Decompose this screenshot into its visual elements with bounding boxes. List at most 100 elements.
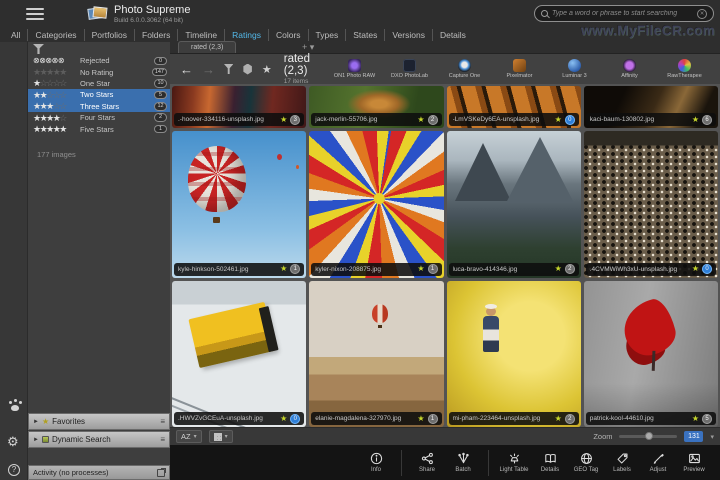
rating-row-rejected[interactable]: ⊗⊗⊗⊗⊗ Rejected 0 <box>28 55 170 66</box>
panel-menu-icon[interactable]: ≡ <box>160 435 165 444</box>
preview-button[interactable]: Preview <box>676 452 712 473</box>
tab-portfolios[interactable]: Portfolios <box>83 29 134 41</box>
favorites-panel[interactable]: ► ★ Favorites ≡ <box>28 413 170 430</box>
photo-thumbnail[interactable]: kyle-hinkson-502461.jpg ★ 1 <box>172 131 307 278</box>
collection-item-count: 17 items <box>283 78 309 86</box>
search-input[interactable] <box>552 10 693 17</box>
rating-row-two-stars[interactable]: ★★☆☆☆ Two Stars 5 <box>28 89 170 101</box>
affinity-icon <box>623 59 636 72</box>
filter-funnel-icon[interactable] <box>33 44 44 54</box>
batch-button[interactable]: Batch <box>445 452 481 473</box>
rating-label: Five Stars <box>80 124 114 134</box>
photo-thumbnail[interactable]: elanie-magdalena-327970.jpg ★ 1 <box>309 280 444 427</box>
photo-filename-bar: kaci-baum-130802.jpg ★ 6 <box>585 113 716 126</box>
plugin-affinity[interactable]: Affinity <box>604 59 655 79</box>
photo-thumbnail[interactable]: .HWVZvGCEuA-unsplash.jpg ★ 0 <box>172 280 307 427</box>
dynamic-search-panel[interactable]: ► Dynamic Search ≡ <box>28 431 170 448</box>
photo-thumbnail[interactable]: -LmVSKeDy6EA-unsplash.jpg ★ 0 <box>446 86 581 128</box>
adjust-button[interactable]: Adjust <box>640 452 676 473</box>
capture-one-icon <box>458 59 471 72</box>
tab-timeline[interactable]: Timeline <box>177 29 224 41</box>
photo-thumbnail[interactable]: jack-merlin-55706.jpg ★ 2 <box>309 86 444 128</box>
rating-count-badge: 2 <box>154 113 167 122</box>
plugin-on1-photo-raw[interactable]: ON1 Photo RAW <box>329 59 380 79</box>
left-icon-strip: ⚙ ? <box>0 42 28 480</box>
tab-states[interactable]: States <box>345 29 384 41</box>
tab-categories[interactable]: Categories <box>27 29 83 41</box>
zoom-slider[interactable] <box>619 432 678 440</box>
zoom-slider-knob[interactable] <box>645 432 653 440</box>
share-button[interactable]: Share <box>409 452 445 473</box>
photo-thumbnail[interactable]: mi-pham-223464-unsplash.jpg ★ 2 <box>446 280 581 427</box>
geo-tag-button[interactable]: GEO Tag <box>568 452 604 473</box>
info-button[interactable]: Info <box>358 452 394 473</box>
plugin-luminar-3[interactable]: Luminar 3 <box>549 59 600 79</box>
search-bar[interactable]: ✕ <box>534 5 714 22</box>
plugin-dxo-photolab[interactable]: DXO PhotoLab <box>384 59 435 79</box>
panel-menu-icon[interactable]: ≡ <box>160 417 165 426</box>
photo-filename-bar: elanie-magdalena-327970.jpg ★ 1 <box>311 412 442 425</box>
tab-ratings[interactable]: Ratings <box>224 29 268 41</box>
zoom-value[interactable]: 131 <box>684 431 704 442</box>
photo-thumbnail[interactable]: kyler-nixon-208875.jpg ★ 1 <box>309 131 444 278</box>
photo-thumbnail[interactable]: kaci-baum-130802.jpg ★ 6 <box>583 86 718 128</box>
plugin-capture-one[interactable]: Capture One <box>439 59 490 79</box>
expand-arrow-icon: ► <box>33 436 39 443</box>
version-count-badge: 2 <box>564 413 575 424</box>
tab-all[interactable]: All <box>4 29 27 41</box>
tab-types[interactable]: Types <box>307 29 346 41</box>
stars-icon: ★★★☆☆ <box>33 101 67 112</box>
plugin-rawtherapee[interactable]: RawTherapee <box>659 59 710 79</box>
collection-tab-strip: rated (2,3) + ▾ <box>170 41 720 54</box>
activity-panel[interactable]: Activity (no processes) <box>28 465 170 480</box>
help-icon[interactable]: ? <box>8 464 20 476</box>
batch-icon <box>457 452 469 464</box>
layout-style-button[interactable]: ▾ <box>208 430 233 443</box>
collection-tab[interactable]: rated (2,3) <box>178 41 237 53</box>
pixelmator-icon <box>513 59 526 72</box>
dynamic-search-label: Dynamic Search <box>51 435 111 444</box>
toolbar-divider <box>488 449 489 476</box>
rating-row-one-star[interactable]: ★☆☆☆☆ One Star 10 <box>28 78 170 89</box>
stars-icon: ★★★★☆ <box>33 112 67 123</box>
clear-search-icon[interactable]: ✕ <box>697 8 707 19</box>
rating-filter-star-icon[interactable]: ★ <box>262 63 272 76</box>
plugin-pixelmator[interactable]: Pixelmator <box>494 59 545 79</box>
rating-label: Three Stars <box>80 101 120 111</box>
catalog-hexagon-icon[interactable] <box>243 63 252 75</box>
rating-row-three-stars[interactable]: ★★★☆☆ Three Stars 12 <box>28 100 170 112</box>
tab-colors[interactable]: Colors <box>267 29 308 41</box>
sort-order-button[interactable]: AZ ▾ <box>176 430 202 443</box>
watermark: www.MyFileCR.com <box>580 23 715 38</box>
star-icon: ★ <box>554 114 562 124</box>
tool-buttons: Info Share Batch Light Table Details GEO… <box>358 449 712 476</box>
photo-thumbnail[interactable]: .-hoover-334116-unsplash.jpg ★ 3 <box>172 86 307 128</box>
labels-button[interactable]: Labels <box>604 452 640 473</box>
rating-row-no-rating[interactable]: ★★★★★ No Rating 147 <box>28 66 170 77</box>
details-button[interactable]: Details <box>532 452 568 473</box>
tab-details[interactable]: Details <box>431 29 473 41</box>
tab-versions[interactable]: Versions <box>384 29 432 41</box>
geo-tag-icon <box>580 453 592 464</box>
tab-folders[interactable]: Folders <box>134 29 177 41</box>
activity-log-icon[interactable] <box>157 467 166 477</box>
photo-thumbnail[interactable]: .4CVMWiWh3xU-unsplash.jpg ★ 0 <box>583 131 718 278</box>
stars-icon: ★★☆☆☆ <box>33 89 67 100</box>
stars-icon: ★☆☆☆☆ <box>33 78 67 89</box>
light-table-button[interactable]: Light Table <box>496 452 532 473</box>
ratings-list: ⊗⊗⊗⊗⊗ Rejected 0 ★★★★★ No Rating 147 ★☆☆… <box>28 55 170 135</box>
paw-icon[interactable] <box>8 398 21 411</box>
back-arrow-icon[interactable]: ← <box>180 62 193 77</box>
photo-thumbnail[interactable]: luca-bravo-414346.jpg ★ 2 <box>446 131 581 278</box>
photo-thumbnail[interactable]: patrick-kool-44610.jpg ★ 5 <box>583 280 718 427</box>
labels-icon <box>617 453 627 464</box>
filter-funnel-icon[interactable] <box>224 64 234 74</box>
menu-icon[interactable] <box>26 8 44 20</box>
rating-row-five-stars[interactable]: ★★★★★ Five Stars 1 <box>28 123 170 134</box>
rating-row-four-stars[interactable]: ★★★★☆ Four Stars 2 <box>28 112 170 123</box>
chevron-down-icon[interactable]: ▾ <box>710 433 714 441</box>
rating-label: Rejected <box>80 56 110 66</box>
gear-icon[interactable]: ⚙ <box>7 434 19 450</box>
forward-arrow-icon[interactable]: → <box>202 62 215 77</box>
add-collection-tab-button[interactable]: + ▾ <box>302 41 314 53</box>
